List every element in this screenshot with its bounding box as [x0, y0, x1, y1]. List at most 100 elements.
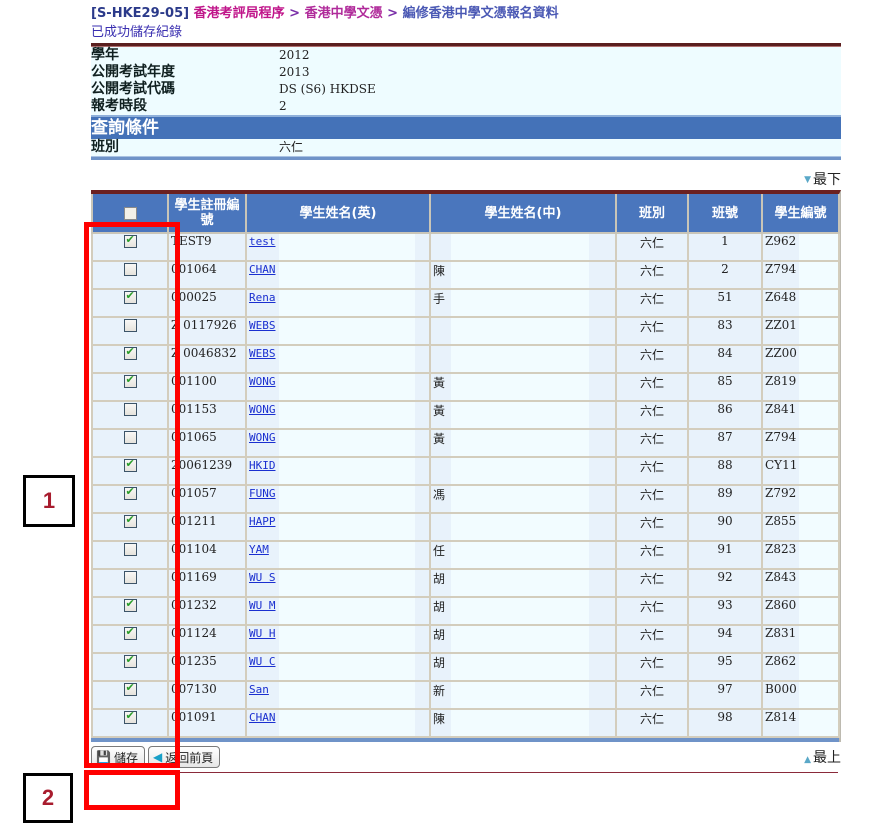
student-id-cell: Z819	[761, 372, 840, 402]
chinese-name: 胡	[433, 572, 446, 586]
row-checkbox[interactable]	[123, 346, 137, 360]
row-checkbox[interactable]	[123, 458, 137, 472]
student-id: B000	[765, 682, 797, 696]
breadcrumb-item[interactable]: 香港考評局程序	[194, 6, 285, 21]
table-body: TEST9test六仁1Z962001064CHAN陳六仁2Z794000025…	[91, 232, 840, 738]
table-row: 001124WU H 胡 六仁94Z831	[91, 624, 840, 654]
row-checkbox[interactable]	[123, 543, 137, 556]
select-all-header[interactable]	[91, 194, 169, 234]
english-name-link[interactable]: WEBS	[249, 347, 276, 360]
column-header[interactable]: 學生姓名(英)	[245, 194, 431, 234]
row-select-cell[interactable]	[91, 372, 169, 402]
english-name-link[interactable]: FUNG	[249, 487, 276, 500]
row-select-cell[interactable]	[91, 400, 169, 430]
row-select-cell[interactable]	[91, 680, 169, 710]
english-name-link[interactable]: WU S	[249, 571, 276, 584]
english-name-link[interactable]: WONG	[249, 403, 276, 416]
row-select-cell[interactable]	[91, 484, 169, 514]
class-name: 六仁	[615, 708, 689, 738]
english-name-cell: WU M	[245, 596, 431, 626]
english-name-link[interactable]: CHAN	[249, 711, 276, 724]
english-name-cell: WU H	[245, 624, 431, 654]
breadcrumb-item[interactable]: 香港中學文憑	[305, 6, 383, 21]
student-id: Z862	[765, 654, 797, 668]
english-name-link[interactable]: WONG	[249, 431, 276, 444]
select-all-checkbox[interactable]	[123, 206, 137, 220]
chinese-name-cell: 新	[429, 680, 617, 710]
student-id-cell: B000	[761, 680, 840, 710]
row-checkbox[interactable]	[123, 431, 137, 444]
row-select-cell[interactable]	[91, 260, 169, 290]
student-id: Z814	[765, 710, 797, 724]
row-select-cell[interactable]	[91, 288, 169, 318]
english-name-link[interactable]: WU M	[249, 599, 276, 612]
back-button[interactable]: ◀ 返回前頁	[147, 746, 221, 768]
redaction-mask	[279, 318, 415, 343]
english-name-link[interactable]: WU H	[249, 627, 276, 640]
row-select-cell[interactable]	[91, 652, 169, 682]
english-name-link[interactable]: HKID	[249, 459, 276, 472]
english-name-link[interactable]: test	[249, 235, 276, 248]
row-checkbox[interactable]	[123, 598, 137, 612]
row-checkbox[interactable]	[123, 710, 137, 724]
row-checkbox[interactable]	[123, 234, 137, 248]
row-checkbox[interactable]	[123, 290, 137, 304]
student-id: ZZ01	[765, 318, 797, 332]
english-name-link[interactable]: San	[249, 683, 269, 696]
student-id: Z794	[765, 262, 797, 276]
breadcrumb: [S-HKE29-05] 香港考評局程序 > 香港中學文憑 > 編修香港中學文憑…	[91, 4, 841, 24]
column-header[interactable]: 學生註冊編號	[167, 194, 247, 234]
redaction-mask	[451, 430, 589, 455]
english-name-link[interactable]: WU C	[249, 655, 276, 668]
column-header[interactable]: 學生姓名(中)	[429, 194, 617, 234]
row-select-cell[interactable]	[91, 596, 169, 626]
row-checkbox[interactable]	[123, 626, 137, 640]
english-name-link[interactable]: WONG	[249, 375, 276, 388]
row-checkbox[interactable]	[123, 514, 137, 528]
row-select-cell[interactable]	[91, 568, 169, 598]
table-row: 007130San 新 六仁97B000	[91, 680, 840, 710]
chinese-name: 手	[433, 292, 446, 306]
english-name-link[interactable]: Rena	[249, 291, 276, 304]
row-checkbox[interactable]	[123, 374, 137, 388]
annotation-label-2: 2	[23, 773, 73, 823]
jump-to-bottom-link[interactable]: ▼ 最下	[91, 170, 841, 190]
row-checkbox[interactable]	[123, 319, 137, 332]
english-name-link[interactable]: YAM	[249, 543, 269, 556]
row-checkbox[interactable]	[123, 486, 137, 500]
student-id-cell: Z860	[761, 596, 840, 626]
redaction-mask	[799, 598, 837, 623]
english-name-link[interactable]: WEBS	[249, 319, 276, 332]
row-checkbox[interactable]	[123, 403, 137, 416]
registration-number: 000025	[167, 288, 247, 318]
column-header[interactable]: 學生編號	[761, 194, 840, 234]
row-select-cell[interactable]	[91, 344, 169, 374]
redaction-mask	[279, 234, 415, 259]
row-checkbox[interactable]	[123, 263, 137, 276]
row-select-cell[interactable]	[91, 232, 169, 262]
row-checkbox[interactable]	[123, 682, 137, 696]
info-row-exam-year: 公開考試年度 2013	[91, 64, 841, 81]
row-checkbox[interactable]	[123, 571, 137, 584]
redaction-mask	[279, 290, 415, 315]
student-id: Z794	[765, 430, 797, 444]
row-select-cell[interactable]	[91, 540, 169, 570]
save-button[interactable]: 💾 儲存	[91, 746, 145, 768]
row-select-cell[interactable]	[91, 316, 169, 346]
row-select-cell[interactable]	[91, 512, 169, 542]
registration-number: Z 0046832	[167, 344, 247, 374]
english-name-link[interactable]: HAPP	[249, 515, 276, 528]
class-name: 六仁	[615, 344, 689, 374]
registration-number: 001064	[167, 260, 247, 290]
info-label: 公開考試代碼	[91, 81, 175, 97]
jump-to-top-link[interactable]: ▲ 最上	[804, 747, 841, 767]
row-select-cell[interactable]	[91, 708, 169, 738]
column-header[interactable]: 班號	[687, 194, 763, 234]
row-checkbox[interactable]	[123, 654, 137, 668]
row-select-cell[interactable]	[91, 456, 169, 486]
column-header[interactable]: 班別	[615, 194, 689, 234]
row-select-cell[interactable]	[91, 624, 169, 654]
row-select-cell[interactable]	[91, 428, 169, 458]
student-id-cell: Z814	[761, 708, 840, 738]
english-name-link[interactable]: CHAN	[249, 263, 276, 276]
